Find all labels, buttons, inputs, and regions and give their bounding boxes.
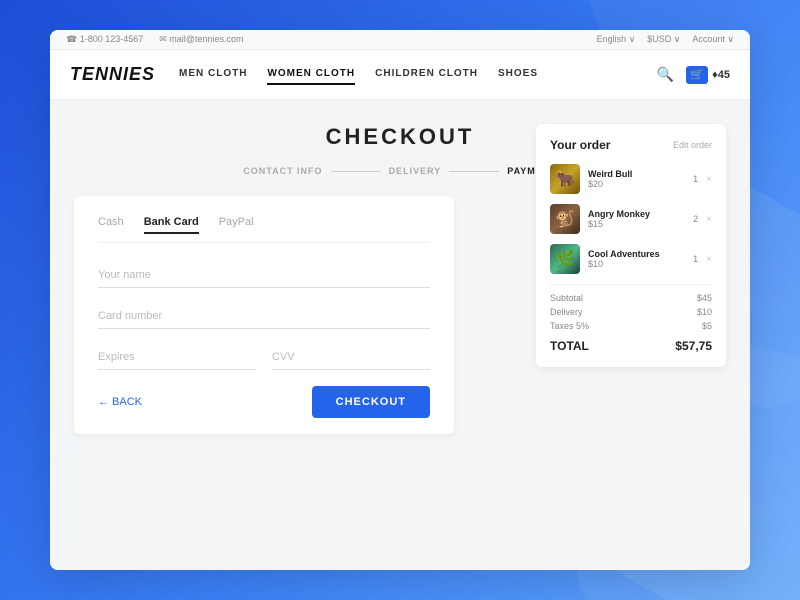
subtotal-line: Subtotal $45 bbox=[550, 293, 712, 303]
step-delivery: DELIVERY bbox=[389, 166, 442, 176]
checkout-button[interactable]: CHECKOUT bbox=[312, 386, 430, 418]
cart-icon bbox=[686, 66, 708, 84]
step-line-2 bbox=[449, 171, 499, 172]
item-price-monkey: $15 bbox=[588, 219, 685, 229]
nav-men-cloth[interactable]: MEN CLOTH bbox=[179, 64, 247, 85]
order-header: Your order Edit order bbox=[550, 138, 712, 152]
item-name-bull: Weird Bull bbox=[588, 169, 685, 179]
edit-order-link[interactable]: Edit order bbox=[673, 140, 712, 150]
name-input[interactable] bbox=[98, 263, 430, 288]
order-item-2: 🐒 Angry Monkey $15 2 × bbox=[550, 204, 712, 234]
cvv-input[interactable] bbox=[272, 345, 430, 370]
card-extra-row bbox=[98, 345, 430, 370]
taxes-value: $5 bbox=[702, 321, 712, 331]
card-number-input[interactable] bbox=[98, 304, 430, 329]
total-line: TOTAL $57,75 bbox=[550, 339, 712, 353]
currency-selector[interactable]: $USD ∨ bbox=[647, 34, 680, 45]
expires-field bbox=[98, 345, 256, 370]
payment-tabs: Cash Bank Card PayPal bbox=[98, 216, 430, 243]
cvv-field bbox=[272, 345, 430, 370]
order-item-1: 🐂 Weird Bull $20 1 × bbox=[550, 164, 712, 194]
taxes-label: Taxes 5% bbox=[550, 321, 589, 331]
payment-form: Cash Bank Card PayPal ← BACK bbox=[74, 196, 454, 434]
form-actions: ← BACK CHECKOUT bbox=[98, 386, 430, 418]
order-summary: Your order Edit order 🐂 Weird Bull $20 1… bbox=[536, 124, 726, 367]
top-bar-right: English ∨ $USD ∨ Account ∨ bbox=[597, 34, 734, 45]
top-bar-left: ☎ 1-800 123-4567 ✉ mail@tennies.com bbox=[66, 34, 243, 45]
cart-button[interactable]: ♦45 bbox=[686, 66, 730, 84]
order-divider bbox=[550, 284, 712, 285]
nav-shoes[interactable]: SHOES bbox=[498, 64, 538, 85]
language-selector[interactable]: English ∨ bbox=[597, 34, 636, 45]
nav-right: 🔍 ♦45 bbox=[657, 66, 730, 84]
item-qty-adventures: 1 bbox=[693, 254, 698, 264]
total-value: $57,75 bbox=[675, 339, 712, 353]
content-area: CHECKOUT CONTACT INFO DELIVERY PAYMENT C… bbox=[50, 100, 750, 570]
tab-bank-card[interactable]: Bank Card bbox=[144, 216, 199, 234]
phone-number: ☎ 1-800 123-4567 bbox=[66, 34, 143, 45]
email-address: ✉ mail@tennies.com bbox=[159, 34, 243, 45]
remove-item-monkey[interactable]: × bbox=[706, 214, 712, 225]
nav-children-cloth[interactable]: CHILDREN CLOTH bbox=[375, 64, 478, 85]
expires-input[interactable] bbox=[98, 345, 256, 370]
subtotal-label: Subtotal bbox=[550, 293, 583, 303]
name-field bbox=[98, 263, 430, 288]
cart-count: ♦45 bbox=[712, 69, 730, 81]
account-menu[interactable]: Account ∨ bbox=[692, 34, 734, 45]
item-name-monkey: Angry Monkey bbox=[588, 209, 685, 219]
tab-cash[interactable]: Cash bbox=[98, 216, 124, 234]
tab-paypal[interactable]: PayPal bbox=[219, 216, 254, 234]
delivery-value: $10 bbox=[697, 307, 712, 317]
taxes-line: Taxes 5% $5 bbox=[550, 321, 712, 331]
remove-item-adventures[interactable]: × bbox=[706, 254, 712, 265]
card-field bbox=[98, 304, 430, 329]
top-bar: ☎ 1-800 123-4567 ✉ mail@tennies.com Engl… bbox=[50, 30, 750, 50]
step-line-1 bbox=[331, 171, 381, 172]
subtotal-value: $45 bbox=[697, 293, 712, 303]
item-image-bull: 🐂 bbox=[550, 164, 580, 194]
item-info-bull: Weird Bull $20 bbox=[588, 169, 685, 189]
item-info-monkey: Angry Monkey $15 bbox=[588, 209, 685, 229]
search-icon[interactable]: 🔍 bbox=[657, 66, 674, 83]
back-button[interactable]: ← BACK bbox=[98, 396, 142, 408]
item-price-bull: $20 bbox=[588, 179, 685, 189]
item-qty-bull: 1 bbox=[693, 174, 698, 184]
item-name-adventures: Cool Adventures bbox=[588, 249, 685, 259]
main-card: ☎ 1-800 123-4567 ✉ mail@tennies.com Engl… bbox=[50, 30, 750, 570]
nav-links: MEN CLOTH WOMEN CLOTH CHILDREN CLOTH SHO… bbox=[179, 64, 657, 85]
item-image-adventures: 🌿 bbox=[550, 244, 580, 274]
nav-women-cloth[interactable]: WOMEN CLOTH bbox=[267, 64, 355, 85]
item-qty-monkey: 2 bbox=[693, 214, 698, 224]
step-contact: CONTACT INFO bbox=[243, 166, 322, 176]
delivery-label: Delivery bbox=[550, 307, 583, 317]
order-item-3: 🌿 Cool Adventures $10 1 × bbox=[550, 244, 712, 274]
item-image-monkey: 🐒 bbox=[550, 204, 580, 234]
navbar: TENNIES MEN CLOTH WOMEN CLOTH CHILDREN C… bbox=[50, 50, 750, 100]
item-price-adventures: $10 bbox=[588, 259, 685, 269]
total-label: TOTAL bbox=[550, 339, 589, 353]
remove-item-bull[interactable]: × bbox=[706, 174, 712, 185]
brand-logo[interactable]: TENNIES bbox=[70, 64, 155, 85]
order-title: Your order bbox=[550, 138, 610, 152]
item-info-adventures: Cool Adventures $10 bbox=[588, 249, 685, 269]
delivery-line: Delivery $10 bbox=[550, 307, 712, 317]
